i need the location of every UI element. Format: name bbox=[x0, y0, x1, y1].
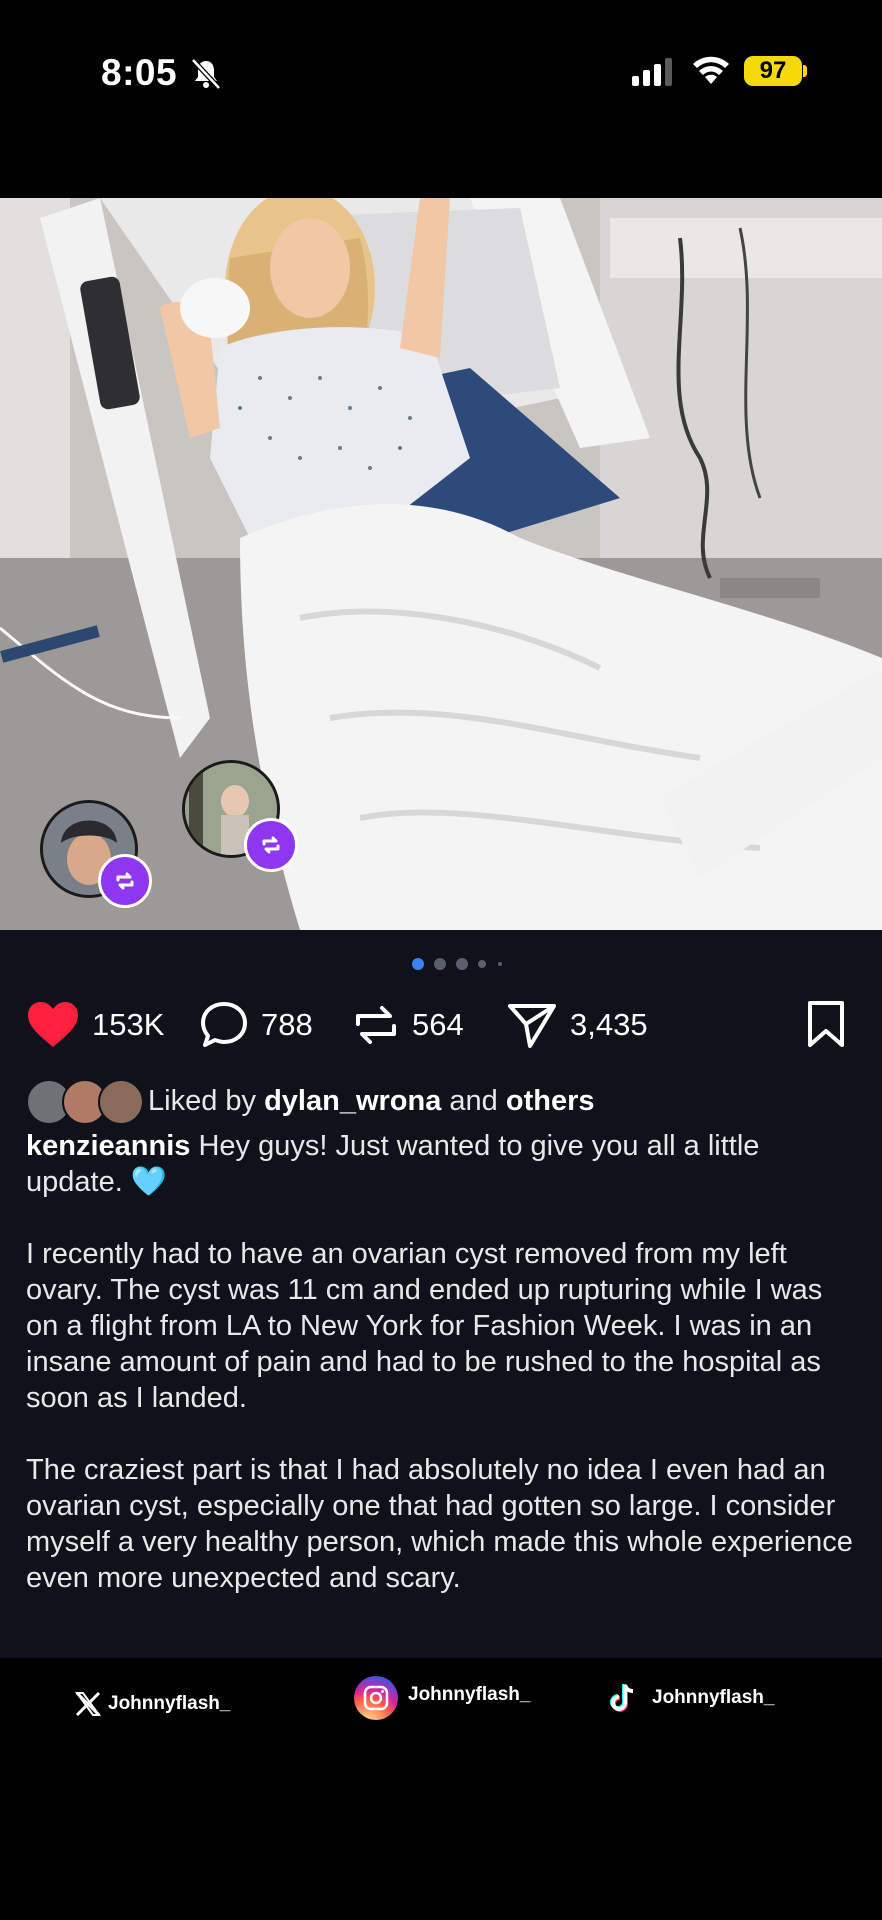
carousel-dot[interactable] bbox=[456, 958, 468, 970]
liked-by-connector: and bbox=[441, 1084, 506, 1117]
repost-badge-1 bbox=[98, 854, 152, 908]
repost-count: 564 bbox=[412, 1007, 464, 1042]
bell-muted-icon bbox=[191, 58, 221, 90]
comment-button[interactable]: 788 bbox=[199, 997, 313, 1053]
post-caption: kenzieannis Hey guys! Just wanted to giv… bbox=[26, 1128, 856, 1596]
repost-icon bbox=[262, 836, 280, 854]
carousel-dot[interactable] bbox=[478, 960, 486, 968]
battery-tip bbox=[803, 65, 807, 77]
liked-by-avatars bbox=[26, 1079, 144, 1125]
liked-by-others[interactable]: others bbox=[506, 1085, 595, 1117]
carousel-dot[interactable] bbox=[434, 958, 446, 970]
signal-icon bbox=[632, 58, 672, 86]
x-logo-icon bbox=[75, 1691, 101, 1717]
carousel-dot[interactable] bbox=[498, 962, 502, 966]
comment-count: 788 bbox=[261, 1007, 313, 1042]
instagram-handle: Johnnyflash_ bbox=[408, 1684, 531, 1705]
repost-button[interactable]: 564 bbox=[352, 997, 464, 1053]
x-credit: Johnnyflash_ bbox=[74, 1686, 230, 1722]
instagram-credit: Johnnyflash_ bbox=[354, 1676, 530, 1720]
repost-badge-2 bbox=[244, 818, 298, 872]
liked-by-prefix: Liked by bbox=[148, 1084, 265, 1117]
status-time: 8:05 bbox=[101, 52, 178, 93]
status-bar: 8:05 97 bbox=[0, 0, 882, 198]
caption-paragraph-2: I recently had to have an ovarian cyst r… bbox=[26, 1238, 823, 1414]
heart-icon bbox=[28, 1002, 78, 1047]
liked-by-row[interactable]: Liked by dylan_wrona and others bbox=[26, 1079, 595, 1125]
liked-by-user[interactable]: dylan_wrona bbox=[264, 1085, 441, 1117]
wifi-icon bbox=[693, 56, 729, 84]
x-handle: Johnnyflash_ bbox=[108, 1693, 231, 1714]
share-count: 3,435 bbox=[570, 1007, 648, 1042]
like-button[interactable]: 153K bbox=[26, 997, 164, 1053]
carousel-dot[interactable] bbox=[412, 958, 424, 970]
caption-username[interactable]: kenzieannis bbox=[26, 1130, 190, 1162]
repost-icon bbox=[356, 1006, 396, 1044]
liked-avatar bbox=[98, 1079, 144, 1125]
share-button[interactable]: 3,435 bbox=[506, 997, 648, 1053]
tiktok-credit: Johnnyflash_ bbox=[608, 1680, 774, 1716]
like-count: 153K bbox=[92, 1007, 165, 1042]
tiktok-handle: Johnnyflash_ bbox=[652, 1687, 775, 1708]
post-photo[interactable] bbox=[0, 198, 882, 930]
instagram-logo-icon bbox=[354, 1676, 398, 1720]
bookmark-icon[interactable] bbox=[806, 1000, 846, 1048]
repost-icon bbox=[116, 872, 134, 890]
heart-emoji-icon: 🩵 bbox=[130, 1166, 167, 1198]
battery-icon: 97 bbox=[744, 56, 802, 86]
comment-icon bbox=[201, 1002, 247, 1047]
send-icon bbox=[508, 1004, 556, 1048]
tiktok-logo-icon bbox=[610, 1684, 634, 1712]
hospital-photo-illustration bbox=[0, 198, 882, 930]
caption-paragraph-3: The craziest part is that I had absolute… bbox=[26, 1454, 853, 1594]
